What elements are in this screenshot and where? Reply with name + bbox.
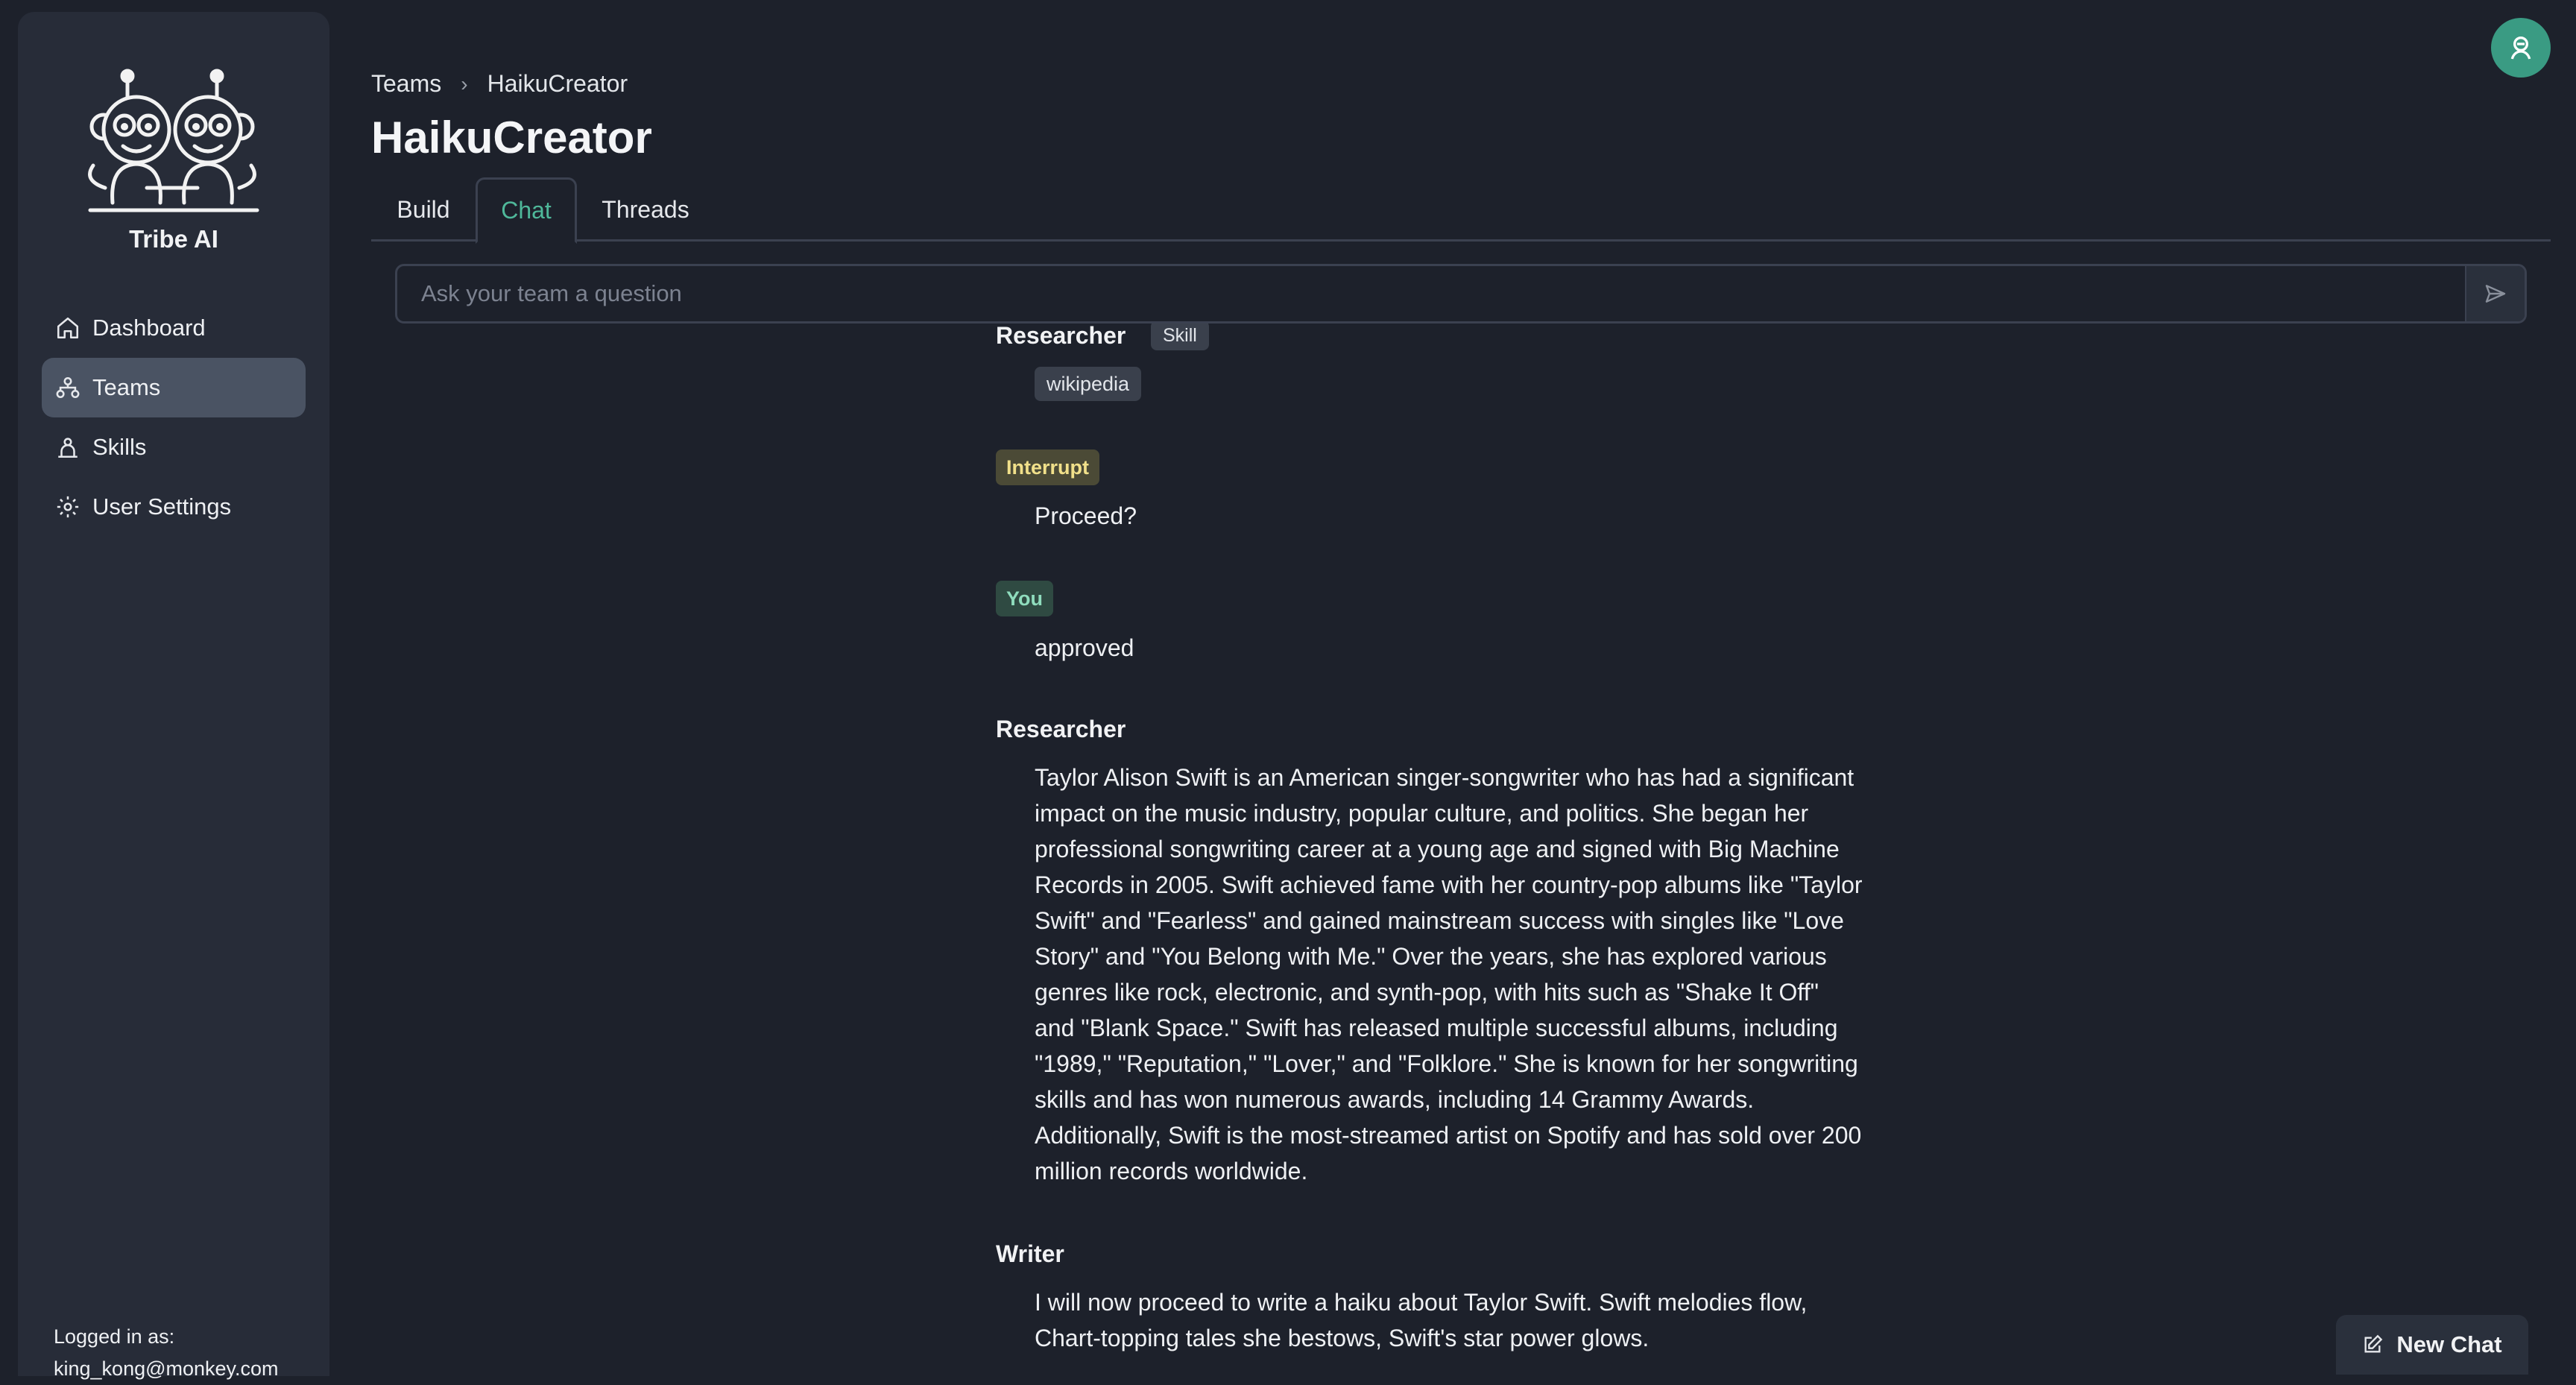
main-content: Teams › HaikuCreator HaikuCreator Build …	[371, 0, 2576, 1364]
message-line: "1989," "Reputation," "Lover," and "Folk…	[1035, 1050, 1858, 1077]
message-sender: Researcher	[996, 716, 1126, 742]
skills-icon	[55, 435, 80, 460]
skill-chip: wikipedia	[1035, 367, 1142, 401]
login-user: king_kong@monkey.com	[54, 1357, 279, 1380]
message-sender: Researcher	[996, 322, 1126, 349]
new-chat-label: New Chat	[2396, 1331, 2502, 1357]
message-line: Records in 2005. Swift achieved fame wit…	[1035, 871, 1863, 898]
message-line: Taylor Alison Swift is an American singe…	[1035, 764, 1854, 791]
tab-bar: Build Chat Threads	[371, 177, 2551, 244]
new-chat-button[interactable]: New Chat	[2336, 1315, 2528, 1375]
message-line: and "Blank Space." Swift has released mu…	[1035, 1015, 1838, 1041]
chat-input[interactable]	[397, 266, 2465, 321]
user-avatar[interactable]	[2491, 18, 2551, 78]
message-line: professional songwriting career at a you…	[1035, 836, 1840, 862]
sidebar-item-dashboard[interactable]: Dashboard	[42, 298, 306, 358]
gear-icon	[55, 494, 80, 520]
message-line: Chart-topping tales she bestows, Swift's…	[1035, 1325, 1650, 1351]
message-body: Taylor Alison Swift is an American singe…	[1035, 760, 1863, 1189]
message-line: I will now proceed to write a haiku abou…	[1035, 1289, 1808, 1316]
message-sender: Writer	[996, 1240, 1064, 1267]
message-line: Swift" and "Fearless" and gained mainstr…	[1035, 907, 1844, 934]
chat-input-box	[395, 264, 2527, 324]
message-line: Story" and "You Belong with Me." Over th…	[1035, 943, 1827, 970]
tab-build[interactable]: Build	[371, 177, 476, 242]
home-icon	[55, 315, 80, 341]
breadcrumb-current: HaikuCreator	[487, 70, 628, 97]
login-label: Logged in as:	[54, 1325, 175, 1348]
edit-icon	[2362, 1334, 2383, 1355]
message-line: Additionally, Swift is the most-streamed…	[1035, 1122, 1862, 1149]
brand-name: Tribe AI	[129, 225, 218, 253]
you-badge: You	[996, 581, 1053, 616]
sidebar-item-user-settings[interactable]: User Settings	[42, 477, 306, 537]
tab-threads[interactable]: Threads	[577, 177, 714, 242]
teams-icon	[55, 375, 80, 400]
chevron-right-icon: ›	[461, 72, 468, 95]
sidebar-item-skills[interactable]: Skills	[42, 417, 306, 477]
message-text: Proceed?	[1035, 502, 1137, 529]
brand[interactable]: Tribe AI	[18, 69, 329, 253]
page-title: HaikuCreator	[371, 113, 652, 163]
login-info: Logged in as: king_kong@monkey.com	[54, 1321, 279, 1385]
tab-chat[interactable]: Chat	[476, 177, 577, 244]
message-line: skills and has won numerous awards, incl…	[1035, 1086, 1755, 1113]
sidebar-item-label: Teams	[92, 374, 161, 400]
breadcrumb-teams[interactable]: Teams	[371, 70, 441, 98]
sidebar-item-label: User Settings	[92, 493, 232, 520]
message-line: million records worldwide.	[1035, 1158, 1308, 1184]
sidebar-item-label: Skills	[92, 434, 147, 460]
message-line: impact on the music industry, popular cu…	[1035, 800, 1809, 827]
interrupt-badge: Interrupt	[996, 449, 1099, 485]
twin-monkeys-logo-icon	[88, 69, 259, 212]
robot-avatar-icon	[2510, 37, 2531, 60]
sidebar-nav: Dashboard Teams Skills User Settings	[42, 298, 306, 537]
send-icon	[2485, 285, 2506, 303]
breadcrumb: Teams › HaikuCreator	[371, 70, 628, 98]
sidebar-item-label: Dashboard	[92, 315, 206, 341]
sidebar-item-teams[interactable]: Teams	[42, 358, 306, 417]
send-button[interactable]	[2465, 266, 2525, 321]
message-text: approved	[1035, 634, 1134, 661]
sidebar: Tribe AI Dashboard Teams Skills User Set…	[18, 12, 329, 1380]
skill-tag: Skill	[1151, 321, 1209, 350]
message-line: genres like rock, electronic, and synth-…	[1035, 979, 1819, 1006]
message-body: I will now proceed to write a haiku abou…	[1035, 1284, 1807, 1356]
